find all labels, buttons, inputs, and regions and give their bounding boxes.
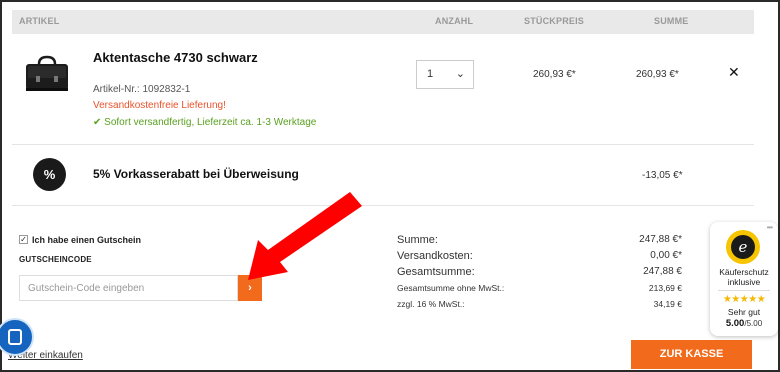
row-divider [12, 144, 754, 145]
trusted-shops-badge[interactable]: ••• e Käuferschutz inklusive ★★★★★ Sehr … [710, 222, 778, 336]
rating-score: 5.00/5.00 [725, 318, 763, 329]
voucher-checkbox-label[interactable]: Ich habe einen Gutschein [32, 235, 141, 245]
voucher-checkbox[interactable]: ✓ [19, 235, 28, 244]
header-stueckpreis: STÜCKPREIS [524, 16, 585, 26]
stock-note-text: Sofort versandfertig, Lieferzeit ca. 1-3… [104, 117, 317, 128]
cart-table-header: ARTIKEL ANZAHL STÜCKPREIS SUMME [12, 10, 754, 34]
voucher-code-label: GUTSCHEINCODE [19, 255, 92, 264]
summary-value: 247,88 €* [639, 234, 682, 245]
row-divider [12, 205, 754, 206]
product-image[interactable] [24, 54, 70, 94]
summary-label: Gesamtsumme: [397, 266, 475, 278]
menu-dots-icon[interactable]: ••• [767, 223, 773, 232]
rating-stars-icon: ★★★★★ [722, 294, 766, 305]
product-name[interactable]: Aktentasche 4730 schwarz [93, 50, 258, 65]
close-icon[interactable]: ✕ [728, 64, 740, 81]
header-artikel: ARTIKEL [19, 16, 60, 26]
quantity-value: 1 [427, 68, 434, 80]
rating-verdict: Sehr gut [727, 307, 761, 317]
summary-label: Versandkosten: [397, 250, 473, 262]
line-total: 260,93 €* [636, 69, 679, 80]
summary-label: zzgl. 16 % MwSt.: [397, 299, 465, 309]
article-number: Artikel-Nr.: 1092832-1 [93, 84, 191, 95]
quantity-select[interactable]: 1 ⌄ [416, 60, 474, 89]
unit-price: 260,93 €* [533, 69, 576, 80]
free-shipping-note: Versandkostenfreie Lieferung! [93, 100, 226, 111]
summary-value: 213,69 € [648, 283, 682, 293]
summary-value: 247,88 € [643, 266, 682, 277]
header-anzahl: ANZAHL [435, 16, 474, 26]
buyer-protection-text: Käuferschutz inklusive [719, 267, 769, 287]
summary-label: Gesamtsumme ohne MwSt.: [397, 283, 505, 293]
discount-label: 5% Vorkasserabatt bei Überweisung [93, 167, 299, 181]
voucher-code-input[interactable] [19, 275, 238, 301]
checkout-button[interactable]: ZUR KASSE [631, 340, 752, 369]
summary-label: Summe: [397, 234, 438, 246]
red-arrow-icon [248, 192, 362, 280]
summary-value: 34,19 € [653, 299, 682, 309]
stock-note: ✔ Sofort versandfertig, Lieferzeit ca. 1… [93, 117, 316, 128]
divider [718, 290, 770, 291]
trusted-shops-seal-icon: e [726, 230, 760, 264]
percent-icon: % [33, 158, 66, 191]
check-icon: ✔ [93, 117, 102, 128]
discount-amount: -13,05 €* [642, 170, 683, 181]
header-summe: SUMME [654, 16, 689, 26]
summary-value: 0,00 €* [650, 250, 682, 261]
chevron-down-icon: ⌄ [455, 68, 465, 80]
